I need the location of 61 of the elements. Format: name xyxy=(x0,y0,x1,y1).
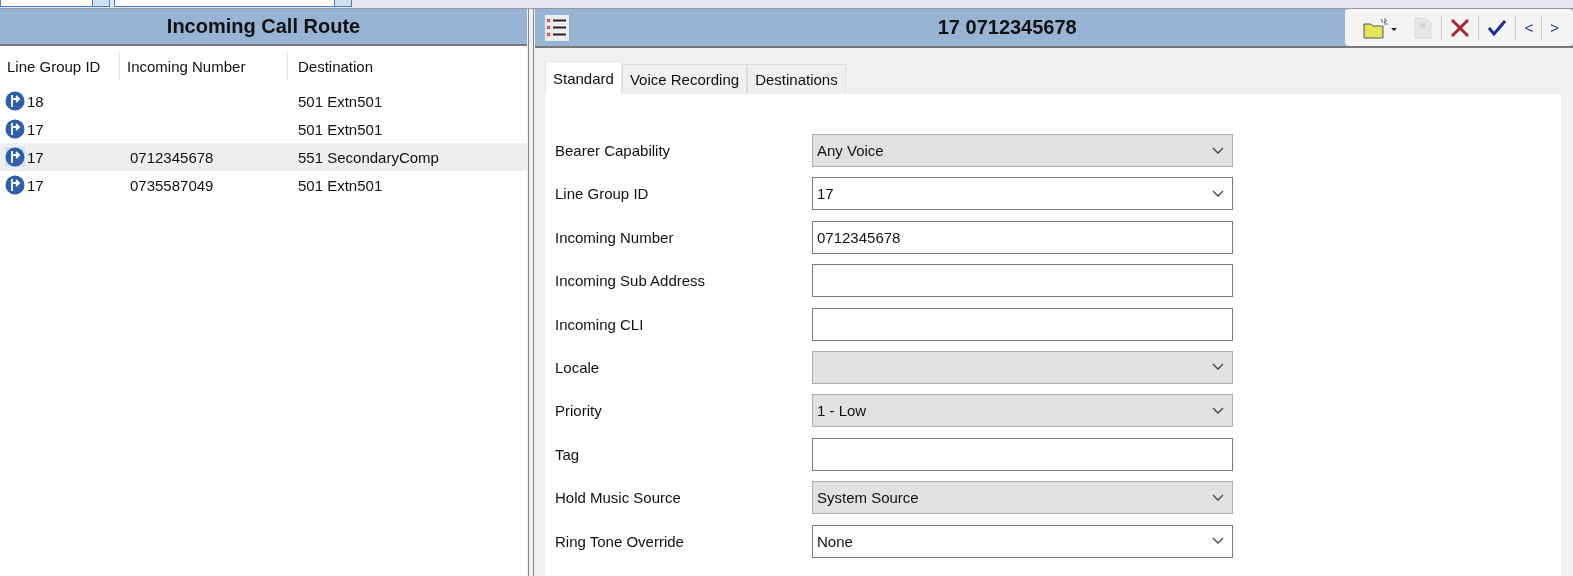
field-label: Bearer Capability xyxy=(554,142,672,159)
table-cell: 551 SecondaryComp xyxy=(298,148,439,166)
chevron-down-icon xyxy=(1212,363,1224,372)
chevron-down-icon xyxy=(1212,493,1224,502)
combo-field[interactable] xyxy=(114,0,352,7)
field-label: Line Group ID xyxy=(554,185,650,203)
checkmark-icon xyxy=(1487,17,1508,38)
input-field[interactable]: 0712345678 xyxy=(812,220,1233,254)
list-row[interactable]: 18 501 Extn501 xyxy=(0,87,527,115)
field-label: Ring Tone Override xyxy=(554,532,685,550)
field-label: Tag xyxy=(554,445,581,463)
route-icon xyxy=(5,91,25,111)
dropdown[interactable]: System Source xyxy=(812,481,1233,515)
table-cell: 0712345678 xyxy=(130,148,214,166)
column-header[interactable]: Destination xyxy=(288,52,527,81)
combo-box[interactable]: 17 xyxy=(812,177,1233,211)
detail-title: 17 0712345678 xyxy=(936,16,1078,39)
input-field[interactable] xyxy=(812,264,1233,298)
list-icon[interactable] xyxy=(545,14,569,41)
input-field[interactable] xyxy=(812,307,1233,341)
dropdown[interactable]: Any Voice xyxy=(812,134,1233,167)
field-label: Locale xyxy=(554,358,601,376)
table-cell: 501 Extn501 xyxy=(298,176,383,194)
field-label: Priority xyxy=(554,402,603,420)
table-cell: 501 Extn501 xyxy=(298,120,383,138)
combo-field[interactable] xyxy=(0,0,110,7)
tab[interactable]: Destinations xyxy=(747,64,846,94)
table-cell: 0735587049 xyxy=(130,176,214,194)
tab[interactable]: Voice Recording xyxy=(621,64,748,94)
route-icon xyxy=(5,119,25,139)
field-label: Incoming Sub Address xyxy=(554,272,707,290)
selected-row[interactable]: 17 0712345678 551 SecondaryComp xyxy=(0,143,527,171)
dropdown[interactable] xyxy=(812,350,1233,384)
dropdown[interactable]: 1 - Low xyxy=(812,394,1233,428)
table-cell: 17 xyxy=(27,148,44,166)
column-header[interactable]: Incoming Number xyxy=(120,52,288,81)
table-cell: 18 xyxy=(27,92,44,110)
next-button[interactable]: > xyxy=(1542,13,1567,42)
chevron-down-icon xyxy=(1212,146,1224,155)
pane-title: Incoming Call Route xyxy=(166,15,361,38)
route-icon xyxy=(5,175,25,195)
route-icon xyxy=(5,147,25,167)
column-header[interactable]: Line Group ID xyxy=(0,52,120,81)
table-cell: 17 xyxy=(27,120,44,138)
field-label: Incoming Number xyxy=(554,228,675,246)
table-cell: 501 Extn501 xyxy=(298,92,383,110)
input-field[interactable] xyxy=(812,437,1233,471)
tab[interactable]: Standard xyxy=(545,61,622,94)
list-row[interactable]: 17 0735587049 501 Extn501 xyxy=(0,171,527,199)
list-row[interactable]: 17 501 Extn501 xyxy=(0,115,527,143)
new-folder-icon xyxy=(1363,16,1398,39)
previous-button[interactable]: < xyxy=(1516,13,1542,42)
delete-icon xyxy=(1450,17,1471,38)
chevron-down-icon xyxy=(1212,537,1224,545)
table-cell: 17 xyxy=(27,176,44,194)
chevron-down-icon xyxy=(1212,406,1224,415)
chevron-down-icon xyxy=(1212,189,1224,198)
field-label: Incoming CLI xyxy=(554,315,645,333)
combo-box[interactable]: None xyxy=(812,524,1233,558)
document-icon xyxy=(1413,16,1434,39)
field-label: Hold Music Source xyxy=(554,489,682,507)
